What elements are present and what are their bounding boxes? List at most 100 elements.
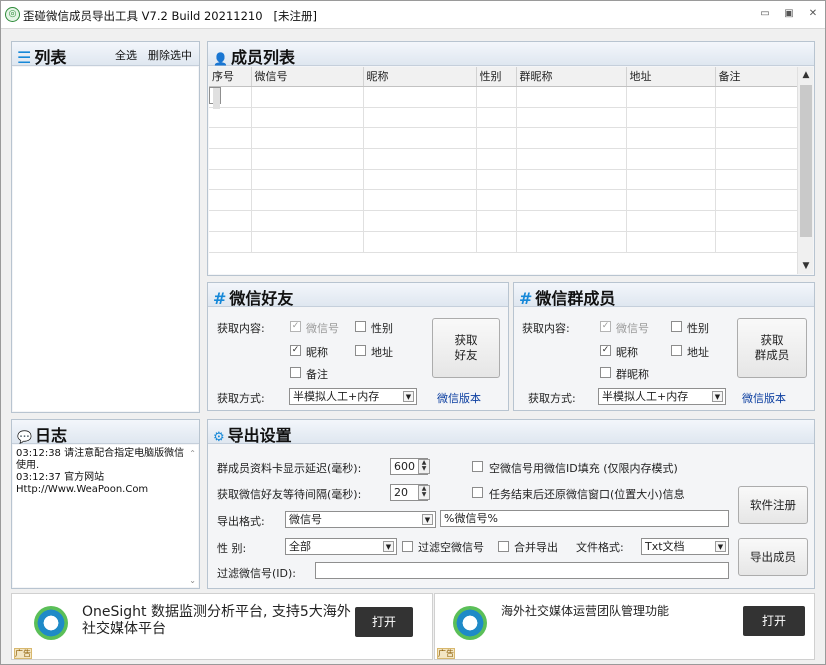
gender-select[interactable]: 全部 ▼	[285, 538, 397, 555]
friends-check-wechat-id[interactable]: ✓	[290, 321, 301, 332]
list-icon: ☰	[17, 48, 32, 67]
group-check-group-nickname[interactable]	[600, 367, 611, 378]
table-row[interactable]	[209, 107, 803, 129]
friends-check-gender-label: 性别	[371, 322, 393, 335]
table-row[interactable]	[209, 210, 803, 232]
member-list-panel: 👤 成员列表 序号 微信号 昵称 性别 群昵称 地址 备注 ▲ ▼	[207, 41, 815, 276]
ad-open-button[interactable]: 打开	[355, 607, 413, 637]
interval-label: 获取微信好友等待间隔(毫秒):	[217, 488, 362, 501]
ad-text: 海外社交媒体运营团队管理功能	[501, 604, 670, 618]
friends-check-address[interactable]	[355, 345, 366, 356]
scroll-down-icon[interactable]: ⌄	[189, 576, 196, 585]
list-panel: ☰ 列表 全选 删除选中	[11, 41, 200, 413]
filter-empty-checkbox[interactable]	[402, 541, 413, 552]
ad-banner-right[interactable]: 海外社交媒体运营团队管理功能 打开 广告	[434, 593, 815, 660]
log-textarea[interactable]: 03:12:38 请注意配合指定电脑版微信使用. 03:12:37 官方网站 H…	[13, 445, 198, 587]
friends-method-label: 获取方式:	[217, 392, 265, 405]
get-friends-button[interactable]: 获取 好友	[432, 318, 500, 378]
friends-method-select[interactable]: 半模拟人工+内存 ▼	[289, 388, 417, 405]
group-check-nickname-label: 昵称	[616, 346, 638, 359]
hash-icon: #	[213, 289, 227, 308]
minimize-button[interactable]: ▭	[757, 7, 773, 21]
table-row[interactable]	[209, 127, 803, 150]
friends-check-nickname[interactable]: ✓	[290, 345, 301, 356]
ad-banner-left[interactable]: OneSight 数据监测分析平台, 支持5大海外社交媒体平台 打开 广告	[11, 593, 433, 660]
log-header: 💬 日志	[12, 420, 199, 445]
friends-check-gender[interactable]	[355, 321, 366, 332]
merge-export-checkbox[interactable]	[498, 541, 509, 552]
list-panel-header: ☰ 列表 全选 删除选中	[12, 42, 199, 67]
ad-tag: 广告	[14, 648, 32, 659]
table-row[interactable]	[209, 169, 803, 191]
maximize-button[interactable]: ▣	[781, 7, 797, 21]
table-row[interactable]	[209, 86, 221, 109]
hash-icon: #	[519, 289, 533, 308]
friends-version-link[interactable]: 微信版本	[437, 390, 481, 406]
export-title: ⚙ 导出设置	[213, 426, 292, 445]
format-label: 导出格式:	[217, 515, 265, 528]
account-list[interactable]	[13, 67, 198, 411]
delay-label: 群成员资料卡显示延迟(毫秒):	[217, 462, 362, 475]
chevron-down-icon[interactable]: ▼	[403, 391, 414, 402]
col-header-wechat-id[interactable]: 微信号	[251, 67, 364, 87]
scroll-up-icon[interactable]: ⌃	[189, 449, 196, 458]
filter-id-input[interactable]	[315, 562, 729, 579]
table-row[interactable]	[209, 86, 803, 108]
file-format-select[interactable]: Txt文档 ▼	[641, 538, 729, 555]
empty-id-label: 空微信号用微信ID填充 (仅限内存模式)	[489, 462, 678, 475]
main-window: ◎ 歪碰微信成员导出工具 V7.2 Build 20211210 [未注册] ▭…	[0, 0, 826, 665]
chevron-down-icon[interactable]: ▼	[383, 541, 394, 552]
friends-title: # 微信好友	[213, 289, 294, 308]
interval-spinner[interactable]: ▲ ▼	[418, 485, 430, 500]
col-header-group-nickname[interactable]: 群昵称	[516, 67, 627, 87]
window-title: 歪碰微信成员导出工具 V7.2 Build 20211210 [未注册]	[23, 9, 317, 23]
member-table[interactable]: 序号 微信号 昵称 性别 群昵称 地址 备注 ▲ ▼	[209, 67, 813, 274]
table-row[interactable]	[209, 231, 803, 253]
friends-panel: # 微信好友 获取内容: ✓ 微信号 性别 ✓ 昵称 地址 备注 获取 好友 获取…	[207, 282, 509, 411]
export-members-button[interactable]: 导出成员	[738, 538, 808, 576]
table-row[interactable]	[209, 189, 803, 212]
col-header-nickname[interactable]: 昵称	[363, 67, 477, 87]
member-list-title: 👤 成员列表	[213, 48, 295, 67]
col-header-index[interactable]: 序号	[209, 67, 252, 87]
group-method-select[interactable]: 半模拟人工+内存 ▼	[598, 388, 726, 405]
group-check-gender-label: 性别	[687, 322, 709, 335]
group-check-address[interactable]	[671, 345, 682, 356]
get-group-members-button[interactable]: 获取 群成员	[737, 318, 807, 378]
group-check-nickname[interactable]: ✓	[600, 345, 611, 356]
restore-window-label: 任务结束后还原微信窗口(位置大小)信息	[489, 488, 685, 501]
friends-check-remark[interactable]	[290, 367, 301, 378]
wechat-logo-icon: ◎	[5, 7, 20, 22]
empty-id-checkbox[interactable]	[472, 461, 483, 472]
group-check-wechat-id[interactable]: ✓	[600, 321, 611, 332]
member-table-scrollbar[interactable]: ▲ ▼	[797, 67, 813, 274]
chevron-down-icon[interactable]: ▼	[712, 391, 723, 402]
table-row[interactable]	[209, 148, 803, 170]
chevron-down-icon[interactable]: ▼	[715, 541, 726, 552]
register-button[interactable]: 软件注册	[738, 486, 808, 524]
select-all-link[interactable]: 全选	[115, 47, 137, 63]
scroll-up-icon[interactable]: ▲	[798, 67, 813, 83]
delay-spinner[interactable]: ▲ ▼	[418, 459, 430, 474]
format-select[interactable]: 微信号 ▼	[285, 511, 436, 528]
friends-check-remark-label: 备注	[306, 368, 328, 381]
col-header-remark[interactable]: 备注	[715, 67, 803, 87]
delete-selected-link[interactable]: 删除选中	[148, 47, 192, 63]
restore-window-checkbox[interactable]	[472, 487, 483, 498]
chevron-down-icon[interactable]: ▼	[422, 514, 433, 525]
scroll-down-icon[interactable]: ▼	[798, 258, 813, 274]
group-check-gender[interactable]	[671, 321, 682, 332]
title-bar[interactable]: ◎ 歪碰微信成员导出工具 V7.2 Build 20211210 [未注册] ▭…	[1, 1, 825, 29]
ad-open-button[interactable]: 打开	[743, 606, 805, 636]
friends-content-label: 获取内容:	[217, 322, 265, 335]
col-header-gender[interactable]: 性别	[476, 67, 517, 87]
log-line: Http://Www.WeaPoon.Com	[16, 484, 149, 495]
friends-header: # 微信好友	[208, 283, 508, 308]
col-header-address[interactable]: 地址	[626, 67, 716, 87]
format-template-input[interactable]: %微信号%	[440, 510, 729, 527]
friends-check-nickname-label: 昵称	[306, 346, 328, 359]
group-version-link[interactable]: 微信版本	[742, 390, 786, 406]
close-button[interactable]: ✕	[805, 7, 821, 21]
scroll-thumb[interactable]	[800, 85, 812, 237]
group-title: # 微信群成员	[519, 289, 616, 308]
